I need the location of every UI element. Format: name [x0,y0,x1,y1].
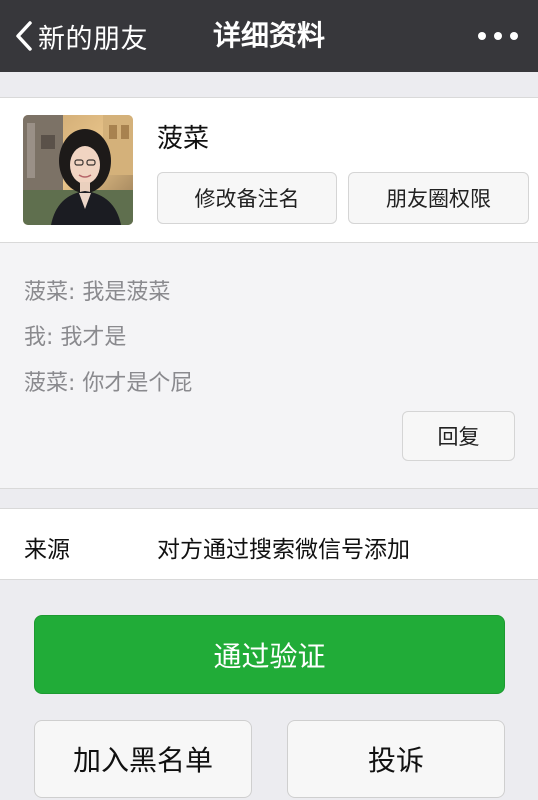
accept-verification-button[interactable]: 通过验证 [34,615,505,694]
report-button[interactable]: 投诉 [287,720,505,798]
message-item: 我: 我才是 [24,325,127,350]
more-dots-icon[interactable] [478,24,518,48]
edit-remark-button[interactable]: 修改备注名 [157,172,337,224]
reply-button[interactable]: 回复 [402,411,515,461]
avatar[interactable] [23,115,133,225]
nav-bar: 新的朋友 详细资料 [0,0,538,72]
source-value: 对方通过搜索微信号添加 [157,537,410,563]
source-label: 来源 [24,537,70,563]
contact-name: 菠菜 [157,124,210,154]
source-row: 来源 对方通过搜索微信号添加 [0,508,538,580]
profile-card: 菠菜 修改备注名 朋友圈权限 [0,97,538,243]
verification-messages: 菠菜: 我是菠菜 我: 我才是 菠菜: 你才是个屁 回复 [0,243,538,489]
moments-permission-button[interactable]: 朋友圈权限 [348,172,529,224]
message-item: 菠菜: 你才是个屁 [24,371,193,396]
message-item: 菠菜: 我是菠菜 [24,280,171,305]
add-to-blacklist-button[interactable]: 加入黑名单 [34,720,252,798]
page-title: 详细资料 [212,19,325,52]
